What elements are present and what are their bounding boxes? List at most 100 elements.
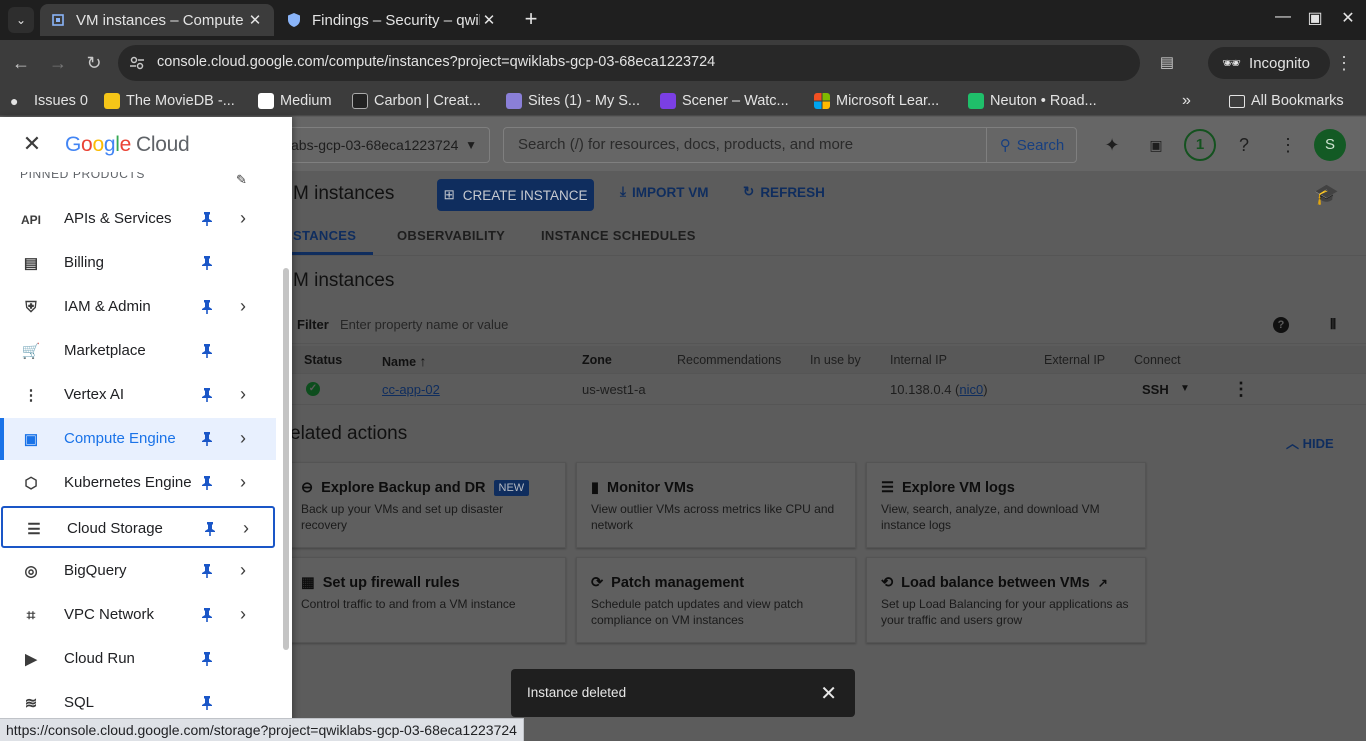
chevron-right-icon[interactable]: › <box>235 296 251 317</box>
pin-icon[interactable] <box>199 299 215 315</box>
nic-link[interactable]: nic0 <box>959 382 983 397</box>
active-tab-indicator <box>292 252 373 255</box>
nav-item-bigquery[interactable]: ◎ BigQuery › <box>0 550 276 592</box>
filter-input[interactable]: Enter property name or value <box>340 317 508 332</box>
browser-menu-icon[interactable]: ⋮ <box>1331 50 1357 76</box>
tab-observability[interactable]: OBSERVABILITY <box>397 228 505 243</box>
chevron-right-icon[interactable]: › <box>235 208 251 229</box>
create-instance-button[interactable]: ⊞ CREATE INSTANCE <box>437 179 594 211</box>
nav-item-apis-services[interactable]: API APIs & Services › <box>0 198 276 240</box>
more-bookmarks-icon[interactable]: » <box>1182 91 1191 111</box>
edit-pinned-icon[interactable]: ✎ <box>236 172 247 188</box>
pin-icon[interactable] <box>199 695 215 711</box>
minimize-icon[interactable]: — <box>1271 8 1295 26</box>
column-display-icon[interactable]: ⦀ <box>1330 316 1336 333</box>
site-info-icon[interactable] <box>128 54 146 72</box>
col-external-ip[interactable]: External IP <box>1044 353 1105 367</box>
tab-findings[interactable]: Findings – Security – qwik ✕ <box>276 4 508 36</box>
col-zone[interactable]: Zone <box>582 353 612 367</box>
chevron-right-icon[interactable]: › <box>235 560 251 581</box>
bookmark-item[interactable]: Neuton • Road... <box>968 91 1097 111</box>
drawer-scrollbar[interactable] <box>283 268 289 650</box>
col-internal-ip[interactable]: Internal IP <box>890 353 947 367</box>
card-monitor-vms[interactable]: ▮ Monitor VMs View outlier VMs across met… <box>576 462 856 548</box>
search-button[interactable]: ⚲ Search <box>986 127 1077 163</box>
bookmark-item[interactable]: ● Issues 0 <box>10 91 88 111</box>
close-tab-icon[interactable]: ✕ <box>480 11 498 29</box>
pin-icon[interactable] <box>199 387 215 403</box>
pin-icon[interactable] <box>199 431 215 447</box>
cloud-shell-icon[interactable]: ▣ <box>1142 131 1170 159</box>
pin-icon[interactable] <box>199 343 215 359</box>
tab-search-dropdown[interactable]: ⌄ <box>8 7 34 33</box>
import-vm-button[interactable]: ⤓ IMPORT VM <box>620 184 708 200</box>
nav-item-vpc-network[interactable]: ⌗ VPC Network › <box>0 594 276 636</box>
bookmark-item[interactable]: Microsoft Lear... <box>814 91 939 111</box>
close-icon[interactable]: ✕ <box>820 681 837 706</box>
row-actions-icon[interactable]: ⋮ <box>1232 379 1250 400</box>
bookmark-item[interactable]: Carbon | Creat... <box>352 91 481 111</box>
more-options-icon[interactable]: ⋮ <box>1274 131 1302 159</box>
col-name[interactable]: Name ↑ <box>382 353 427 369</box>
nav-item-cloud-run[interactable]: ▶ Cloud Run <box>0 638 276 680</box>
reload-icon[interactable]: ↻ <box>81 50 107 76</box>
google-cloud-logo[interactable]: Google Cloud <box>65 133 190 157</box>
ssh-button[interactable]: SSH <box>1142 382 1169 397</box>
back-icon[interactable]: ← <box>8 50 34 76</box>
close-tab-icon[interactable]: ✕ <box>246 11 264 29</box>
gemini-icon[interactable]: ✦ <box>1098 131 1126 159</box>
chevron-right-icon[interactable]: › <box>235 428 251 449</box>
chevron-right-icon[interactable]: › <box>235 472 251 493</box>
tab-instance-schedules[interactable]: INSTANCE SCHEDULES <box>541 228 696 243</box>
chevron-right-icon[interactable]: › <box>235 604 251 625</box>
help-icon[interactable]: ? <box>1273 317 1289 333</box>
incognito-indicator[interactable]: 🕶 Incognito <box>1208 47 1330 79</box>
pin-icon[interactable] <box>199 607 215 623</box>
col-in-use-by[interactable]: In use by <box>810 353 861 367</box>
hide-button[interactable]: ︿ HIDE <box>1286 433 1334 452</box>
card-backup-dr[interactable]: ⊖ Explore Backup and DR NEW Back up your V… <box>286 462 566 548</box>
new-tab-button[interactable]: + <box>518 6 544 34</box>
instance-name-link[interactable]: cc-app-02 <box>382 382 440 397</box>
pin-icon[interactable] <box>199 211 215 227</box>
bookmark-item[interactable]: Medium <box>258 91 332 111</box>
bookmark-item[interactable]: Sites (1) - My S... <box>506 91 640 111</box>
help-icon[interactable]: ? <box>1230 131 1258 159</box>
card-load-balance[interactable]: ⟲ Load balance between VMs ↗ Set up Load B… <box>866 557 1146 643</box>
col-status[interactable]: Status <box>304 353 342 367</box>
nav-item-cloud-storage[interactable]: ☰ Cloud Storage › <box>1 506 275 548</box>
card-patch-management[interactable]: ⟳ Patch management Schedule patch updates… <box>576 557 856 643</box>
reading-list-icon[interactable]: ▤ <box>1154 50 1180 76</box>
all-bookmarks[interactable]: All Bookmarks <box>1229 91 1344 111</box>
pin-icon[interactable] <box>199 255 215 271</box>
col-recommendations[interactable]: Recommendations <box>677 353 781 367</box>
ssh-dropdown-icon[interactable]: ▼ <box>1180 383 1190 394</box>
close-window-icon[interactable]: ✕ <box>1336 8 1360 28</box>
nav-item-kubernetes-engine[interactable]: ⬡ Kubernetes Engine › <box>0 462 276 504</box>
bookmark-item[interactable]: The MovieDB -... <box>104 91 235 111</box>
tab-vm-instances[interactable]: VM instances – Compute ✕ <box>40 4 274 36</box>
close-drawer-icon[interactable]: ✕ <box>20 132 44 156</box>
card-vm-logs[interactable]: ☰ Explore VM logs View, search, analyze, … <box>866 462 1146 548</box>
nav-item-vertex-ai[interactable]: ⋮ Vertex AI › <box>0 374 276 416</box>
notifications-badge[interactable]: 1 <box>1184 129 1216 161</box>
tab-instances[interactable]: STANCES <box>293 228 356 243</box>
nav-item-iam-admin[interactable]: ⛨ IAM & Admin › <box>0 286 276 328</box>
nav-item-billing[interactable]: ▤ Billing <box>0 242 276 284</box>
chevron-right-icon[interactable]: › <box>235 384 251 405</box>
pin-icon[interactable] <box>199 475 215 491</box>
nav-item-marketplace[interactable]: 🛒 Marketplace <box>0 330 276 372</box>
avatar[interactable]: S <box>1314 129 1346 161</box>
project-selector[interactable]: abs-gcp-03-68eca1223724 ▼ <box>270 127 490 163</box>
pin-icon[interactable] <box>199 563 215 579</box>
card-firewall-rules[interactable]: ▦ Set up firewall rules Control traffic t… <box>286 557 566 643</box>
bookmark-item[interactable]: Scener – Watc... <box>660 91 789 111</box>
refresh-button[interactable]: ↻ REFRESH <box>743 184 825 200</box>
learn-icon[interactable]: 🎓 <box>1314 182 1339 207</box>
chevron-right-icon[interactable]: › <box>238 518 254 539</box>
maximize-icon[interactable]: ▣ <box>1303 8 1327 28</box>
forward-icon[interactable]: → <box>45 50 71 76</box>
nav-item-compute-engine[interactable]: ▣ Compute Engine › <box>0 418 276 460</box>
pin-icon[interactable] <box>202 521 218 537</box>
pin-icon[interactable] <box>199 651 215 667</box>
